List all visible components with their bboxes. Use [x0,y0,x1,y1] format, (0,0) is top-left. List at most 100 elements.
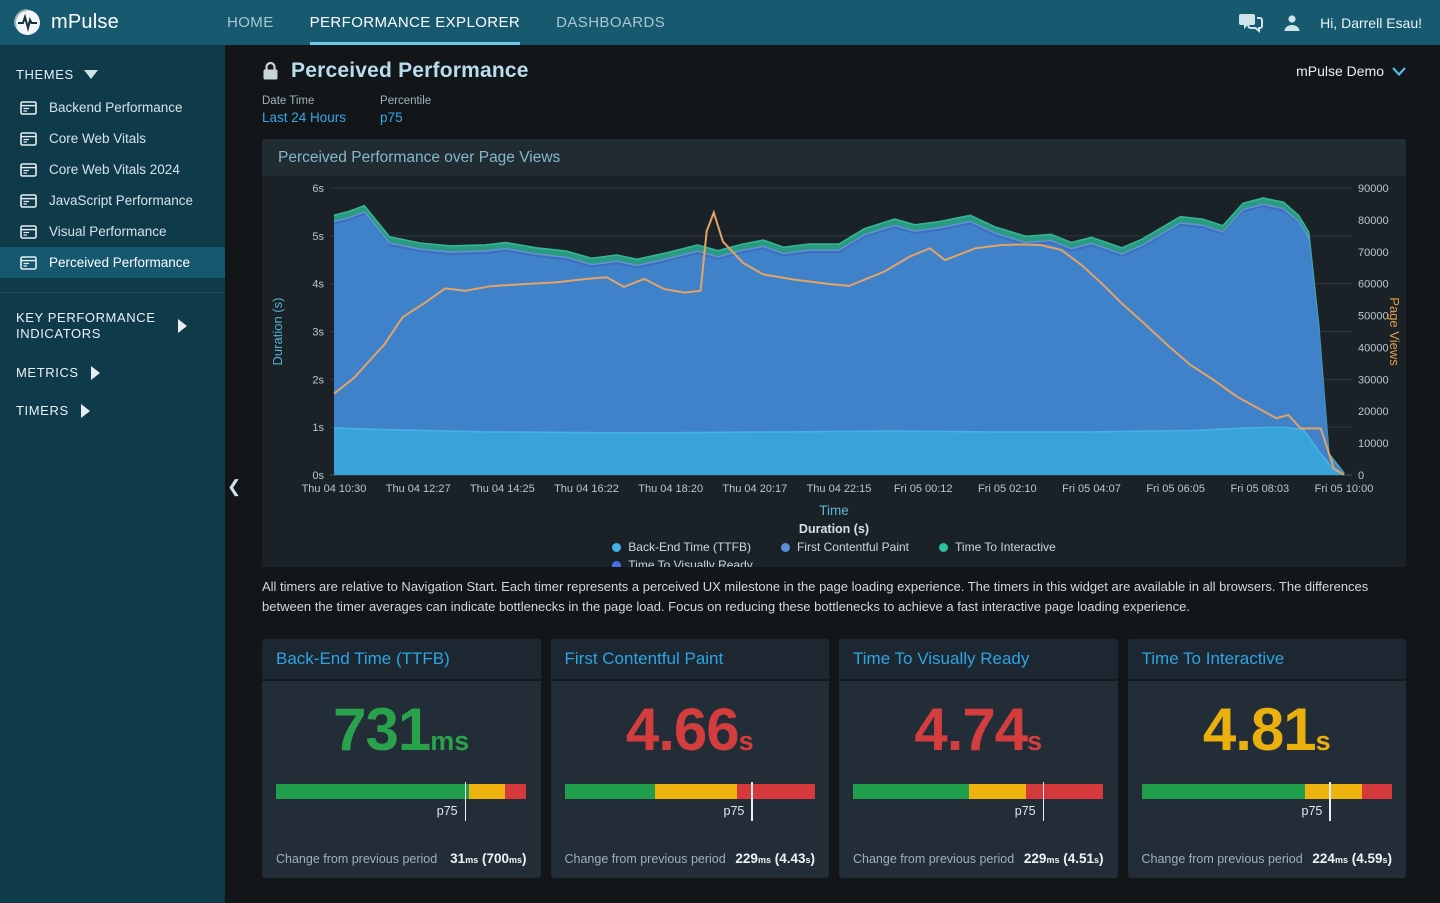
domain-selector[interactable]: mPulse Demo [1296,63,1406,79]
metric-number: 4.81 [1203,696,1316,763]
legend-item[interactable]: First Contentful Paint [781,540,909,554]
feedback-chat-icon[interactable] [1238,12,1264,34]
metric-card-title: Time To Visually Ready [839,639,1118,681]
sidebar-item-javascript-performance[interactable]: JavaScript Performance [0,185,225,216]
gauge-yellow-segment [655,784,737,799]
metric-value: 4.66s [551,695,830,764]
sidebar-collapse-handle[interactable]: ❮ [227,477,241,497]
metric-card-first-contentful-paint: First Contentful Paint 4.66s p75 Change … [551,639,830,878]
metric-value: 4.74s [839,695,1118,764]
svg-text:0s: 0s [312,470,324,482]
theme-label: Visual Performance [49,224,167,239]
sidebar-item-core-web-vitals[interactable]: Core Web Vitals [0,123,225,154]
theme-label: Perceived Performance [49,255,190,270]
filter-value[interactable]: p75 [380,110,431,125]
change-value: 31ms (700ms) [450,851,526,866]
metric-number: 731 [333,696,430,763]
legend-label: Time To Visually Ready [628,558,753,567]
metric-number: 4.66 [626,696,739,763]
report-icon [20,194,37,208]
gauge-yellow-segment [969,784,1026,799]
gauge-red-segment [505,784,526,799]
p75-marker [465,782,467,821]
mpulse-logo[interactable]: mPulse [0,0,225,45]
p75-marker [1329,782,1331,821]
sidebar-item-backend-performance[interactable]: Backend Performance [0,92,225,123]
gauge-yellow-segment [1305,784,1362,799]
sidebar-section-timers[interactable]: TIMERS [0,392,225,430]
sidebar-divider [0,292,225,293]
threshold-gauge [565,784,816,799]
legend-label: Time To Interactive [955,540,1056,554]
p75-marker [1043,782,1045,821]
report-icon [20,225,37,239]
filter-label: Percentile [380,95,431,107]
metric-unit: s [739,726,754,756]
filter-value[interactable]: Last 24 Hours [262,110,346,125]
legend-dot-icon [612,561,621,568]
p75-label: p75 [724,804,752,818]
report-icon [20,101,37,115]
themes-header[interactable]: THEMES [0,57,225,92]
gauge-red-segment [1362,784,1392,799]
legend-dot-icon [781,543,790,552]
metric-value: 4.81s [1128,695,1407,764]
gauge-yellow-segment [469,784,505,799]
svg-text:Thu 04 10:30: Thu 04 10:30 [302,483,367,495]
sidebar-section-key-performance-indicators[interactable]: KEY PERFORMANCE INDICATORS [0,299,225,354]
svg-text:Fri 05 08:03: Fri 05 08:03 [1230,483,1289,495]
svg-text:Fri 05 04:07: Fri 05 04:07 [1062,483,1121,495]
svg-text:Thu 04 22:15: Thu 04 22:15 [807,483,872,495]
sidebar-item-perceived-performance[interactable]: Perceived Performance [0,247,225,278]
domain-name: mPulse Demo [1296,63,1384,79]
section-label: METRICS [16,365,79,381]
area-back-end-time-ttfb- [334,427,1344,475]
threshold-gauge [853,784,1104,799]
change-label: Change from previous period [565,852,726,866]
svg-text:90000: 90000 [1358,183,1389,195]
user-greeting[interactable]: Hi, Darrell Esau! [1320,15,1422,31]
legend-item[interactable]: Back-End Time (TTFB) [612,540,751,554]
p75-label: p75 [1302,804,1330,818]
legend-item[interactable]: Time To Interactive [939,540,1056,554]
sidebar-section-metrics[interactable]: METRICS [0,354,225,392]
legend-item[interactable]: Time To Visually Ready [612,558,753,567]
svg-text:Thu 04 20:17: Thu 04 20:17 [722,483,787,495]
svg-text:3s: 3s [312,327,324,339]
sidebar: THEMES Backend Performance [0,45,225,903]
top-bar: mPulse HOME PERFORMANCE EXPLORER DASHBOARD… [0,0,1440,45]
nav-item-dashboards[interactable]: DASHBOARDS [556,0,665,45]
change-label: Change from previous period [276,852,437,866]
sidebar-item-visual-performance[interactable]: Visual Performance [0,216,225,247]
metric-unit: s [1316,726,1331,756]
p75-marker [751,782,753,821]
sidebar-item-core-web-vitals-2024[interactable]: Core Web Vitals 2024 [0,154,225,185]
report-icon [20,256,37,270]
main-content: Perceived Performance mPulse Demo Date T… [225,45,1440,903]
timeseries-chart[interactable]: 0s1s2s3s4s5s6s01000020000300004000050000… [262,176,1406,498]
svg-text:4s: 4s [312,279,324,291]
right-axis-title: Page Views [1387,297,1402,366]
svg-text:40000: 40000 [1358,342,1389,354]
change-value: 229ms (4.43s) [735,851,815,866]
svg-text:Fri 05 06:05: Fri 05 06:05 [1146,483,1205,495]
filter: Percentile p75 [380,95,431,125]
threshold-gauge [1142,784,1393,799]
theme-label: JavaScript Performance [49,193,193,208]
user-icon[interactable] [1282,13,1302,33]
legend-label: First Contentful Paint [797,540,909,554]
theme-label: Backend Performance [49,100,183,115]
nav-item-performance-explorer[interactable]: PERFORMANCE EXPLORER [310,0,521,45]
section-label: KEY PERFORMANCE INDICATORS [16,310,166,343]
chevron-right-icon [91,366,100,380]
nav-item-home[interactable]: HOME [227,0,274,45]
legend-label: Back-End Time (TTFB) [628,540,751,554]
x-axis-caption: Time [262,503,1406,518]
metric-unit: s [1027,726,1042,756]
svg-text:5s: 5s [312,231,324,243]
metric-card-title: Time To Interactive [1128,639,1407,681]
metric-value: 731ms [262,695,541,764]
page-title: Perceived Performance [291,59,529,83]
svg-text:Fri 05 00:12: Fri 05 00:12 [894,483,953,495]
svg-text:80000: 80000 [1358,215,1389,227]
